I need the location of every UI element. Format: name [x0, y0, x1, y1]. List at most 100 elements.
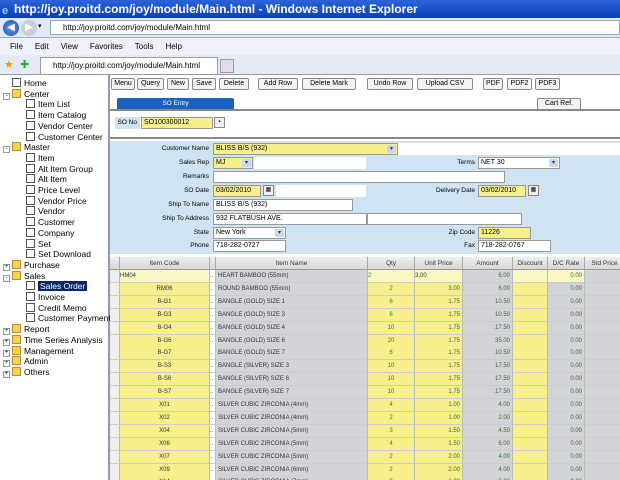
save-button[interactable]: Save: [192, 78, 216, 90]
tree-item-management[interactable]: + Management: [3, 345, 74, 357]
qty-cell[interactable]: 2: [368, 270, 415, 283]
discount-cell[interactable]: [513, 437, 548, 451]
row-marker[interactable]: [110, 463, 120, 477]
unit-price-cell[interactable]: 1.75: [415, 386, 463, 400]
tree-item-home[interactable]: Home: [3, 78, 47, 89]
expand-icon[interactable]: +: [3, 370, 10, 378]
delete-mark-button[interactable]: Delete Mark: [302, 78, 356, 90]
tree-item-vendor[interactable]: Vendor: [26, 206, 65, 217]
qty-cell[interactable]: 4: [368, 437, 415, 451]
lookup-button[interactable]: ..: [210, 463, 216, 477]
column-header-qty[interactable]: Qty: [368, 257, 415, 270]
table-row[interactable]: X04 SILVER CUBIC ZIRCONIA (5mm) 3 1.50 4.50 0…: [110, 424, 620, 438]
unit-price-cell[interactable]: 1.00: [415, 399, 463, 412]
std-price-cell[interactable]: [585, 476, 620, 480]
lookup-button[interactable]: ..: [210, 411, 216, 425]
unit-price-cell[interactable]: 1.75: [415, 373, 463, 387]
tree-item-others[interactable]: + Others: [3, 366, 50, 378]
tree-item-vendor-price[interactable]: Vendor Price: [26, 195, 87, 207]
row-marker[interactable]: [110, 386, 120, 400]
amount-cell[interactable]: 4.00: [463, 450, 513, 464]
tree-item-item-catalog[interactable]: Item Catalog: [26, 110, 86, 121]
so-no-input[interactable]: SO100300012: [141, 117, 213, 129]
qty-cell[interactable]: 10: [368, 360, 415, 374]
item-name-cell[interactable]: SILVER CUBIC ZIRCONIA (5mm): [216, 437, 368, 451]
row-marker[interactable]: [110, 476, 120, 480]
table-row[interactable]: X14 SILVER CUBIC ZIRCONIA (7mm)32.006.00 0…: [110, 476, 620, 480]
pdf-button[interactable]: PDF: [483, 78, 503, 90]
unit-price-cell[interactable]: 1.75: [415, 334, 463, 348]
tree-item-credit-memo[interactable]: Credit Memo: [26, 302, 87, 314]
item-name-cell[interactable]: SILVER CUBIC ZIRCONIA (4mm): [216, 411, 368, 425]
browser-tab[interactable]: http://joy.proitd.com/joy/module/Main.ht…: [40, 57, 218, 74]
dc-rate-cell[interactable]: 0.00: [548, 282, 585, 296]
row-marker[interactable]: [110, 282, 120, 296]
std-price-cell[interactable]: [585, 334, 620, 348]
new-tab-button[interactable]: [220, 59, 234, 73]
dc-rate-cell[interactable]: 0.00: [548, 476, 585, 480]
tree-item-company[interactable]: Company: [26, 227, 74, 239]
std-price-cell[interactable]: [585, 399, 620, 412]
lookup-button[interactable]: ..: [210, 347, 216, 361]
item-name-cell[interactable]: SILVER CUBIC ZIRCONIA (5mm): [216, 424, 368, 438]
lookup-button[interactable]: ..: [210, 360, 216, 374]
row-marker[interactable]: [110, 334, 120, 348]
row-marker[interactable]: [110, 373, 120, 387]
item-code-cell[interactable]: X07: [120, 450, 210, 464]
item-code-cell[interactable]: B-G3: [120, 308, 210, 322]
row-marker[interactable]: [110, 411, 120, 425]
table-row[interactable]: RM06 ROUND BAMBOO (55mm) 2 3.00 6.00 0.00..: [110, 282, 620, 296]
qty-cell[interactable]: 10: [368, 386, 415, 400]
std-price-cell[interactable]: [585, 424, 620, 438]
menu-help[interactable]: Help: [165, 42, 181, 51]
item-name-cell[interactable]: BANGLE (SILVER) SIZE 6: [216, 373, 368, 387]
item-name-cell[interactable]: BANGLE (GOLD) SIZE 3: [216, 308, 368, 322]
std-price-cell[interactable]: [585, 308, 620, 322]
terms-select[interactable]: NET 30 ▾: [478, 157, 560, 169]
collapse-icon[interactable]: -: [3, 92, 10, 100]
discount-cell[interactable]: [513, 411, 548, 425]
qty-cell[interactable]: 2: [368, 463, 415, 477]
table-row[interactable]: B-S6 BANGLE (SILVER) SIZE 6 10 1.75 17.50 0.0…: [110, 373, 620, 387]
item-code-cell[interactable]: RM06: [120, 282, 210, 296]
unit-price-cell[interactable]: 2.00: [415, 476, 463, 480]
collapse-icon[interactable]: -: [3, 146, 10, 154]
discount-cell[interactable]: [513, 373, 548, 387]
qty-cell[interactable]: 3: [368, 476, 415, 480]
item-code-cell[interactable]: X04: [120, 424, 210, 438]
amount-cell[interactable]: 4.00: [463, 399, 513, 412]
discount-cell[interactable]: [513, 270, 548, 283]
item-name-cell[interactable]: BANGLE (SILVER) SIZE 3: [216, 360, 368, 374]
lookup-button[interactable]: ..: [210, 476, 216, 480]
std-price-cell[interactable]: [585, 282, 620, 296]
qty-cell[interactable]: 20: [368, 334, 415, 348]
row-marker[interactable]: [110, 437, 120, 451]
discount-cell[interactable]: [513, 308, 548, 322]
column-header-item-code[interactable]: Item Code: [120, 257, 210, 270]
qty-cell[interactable]: 2: [368, 411, 415, 425]
lookup-button[interactable]: ..: [210, 386, 216, 400]
ship-to-name-input[interactable]: BLISS B/S (932): [213, 199, 353, 211]
tree-item-price-level[interactable]: Price Level: [26, 185, 80, 196]
discount-cell[interactable]: [513, 295, 548, 309]
state-select[interactable]: New York ▾: [213, 227, 286, 239]
unit-price-cell[interactable]: 1.75: [415, 347, 463, 361]
qty-cell[interactable]: 2: [368, 450, 415, 464]
tree-item-center[interactable]: - Center: [3, 88, 50, 100]
item-name-cell[interactable]: SILVER CUBIC ZIRCONIA (5mm): [216, 450, 368, 464]
item-name-cell[interactable]: ROUND BAMBOO (55mm): [216, 282, 368, 296]
delivery-date-input[interactable]: 03/02/2010: [478, 185, 526, 197]
lookup-button[interactable]: ..: [210, 282, 216, 296]
amount-cell[interactable]: 6.00: [463, 270, 513, 283]
lookup-button[interactable]: ..: [210, 270, 216, 283]
lookup-button[interactable]: ..: [210, 334, 216, 348]
tree-item-invoice[interactable]: Invoice: [26, 292, 65, 303]
tree-item-admin[interactable]: + Admin: [3, 356, 48, 368]
amount-cell[interactable]: 6.00: [463, 282, 513, 296]
column-header-d-c-rate[interactable]: D/C Rate: [548, 257, 585, 270]
pdf3-button[interactable]: PDF3: [535, 78, 560, 90]
item-code-cell[interactable]: B-S7: [120, 386, 210, 400]
item-name-cell[interactable]: SILVER CUBIC ZIRCONIA (4mm): [216, 399, 368, 412]
back-icon[interactable]: ◀: [3, 20, 19, 36]
tree-item-item[interactable]: Item: [26, 152, 55, 164]
